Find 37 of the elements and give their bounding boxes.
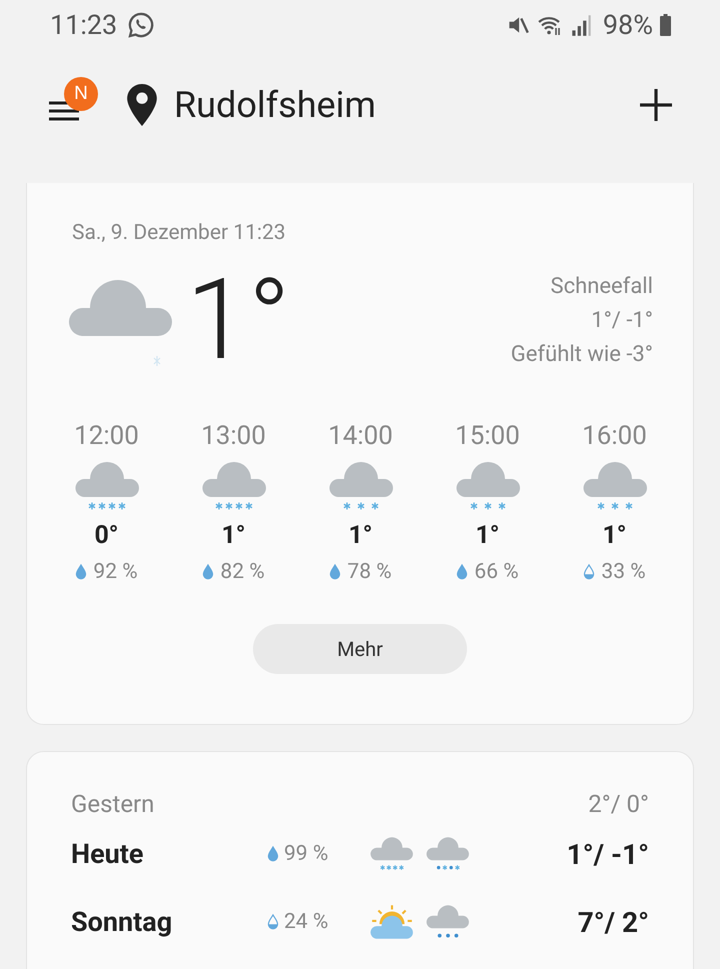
feels-like-text: Gefühlt wie -3° [510,342,653,367]
current-temperature: 1° [186,265,290,377]
day-name: Sonntag [71,906,174,938]
precipitation-chance: 66 % [474,560,519,584]
hour-temperature: 1° [602,521,627,550]
day-name: Heute [71,838,144,870]
day-temperature: 1°/ -1° [566,838,649,870]
add-button[interactable] [640,89,672,121]
hour-temperature: 1° [348,521,373,550]
hour-time: 12:00 [74,421,139,451]
status-time: 11:23 [50,9,118,41]
hour-time: 15:00 [455,421,520,451]
high-low-temperature: 1°/ -1° [591,308,653,333]
precipitation-chance: 99 % [284,842,328,866]
precipitation-chance: 24 % [284,910,328,934]
date-time: Sa., 9. Dezember 11:23 [72,221,286,245]
more-button[interactable]: Mehr [253,624,467,674]
hour-time: 13:00 [201,421,266,451]
hour-temperature: 0° [94,521,119,550]
hour-temperature: 1° [221,521,246,550]
yesterday-label: Gestern [71,790,154,818]
precipitation-chance: 92 % [93,560,138,584]
hour-time: 16:00 [582,421,647,451]
chat-app-icon [127,11,156,39]
yesterday-temperature: 2°/ 0° [588,790,649,818]
location-name: Rudolfsheim [174,84,376,126]
precipitation-chance: 33 % [601,560,646,584]
hour-temperature: 1° [475,521,500,550]
condition-text: Schneefall [550,274,653,299]
day-temperature: 7°/ 2° [578,906,649,938]
precipitation-chance: 82 % [220,560,265,584]
location-pin-icon [126,84,158,126]
precipitation-chance: 78 % [347,560,392,584]
battery-icon [659,14,672,36]
hour-time: 14:00 [328,421,393,451]
battery-percentage: 98% [602,9,653,41]
notification-badge: N [64,77,98,111]
